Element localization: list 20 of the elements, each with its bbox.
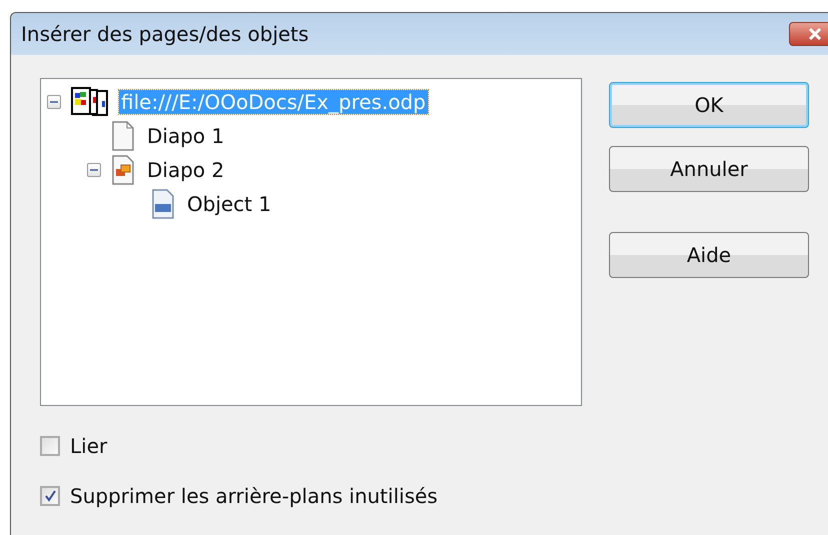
ole-file-icon bbox=[151, 189, 175, 219]
checkbox-label[interactable]: Supprimer les arrière-plans inutilisés bbox=[70, 484, 438, 508]
checkbox[interactable] bbox=[40, 436, 60, 456]
presentation-icon bbox=[71, 87, 109, 117]
close-icon bbox=[808, 28, 822, 40]
window-title: Insérer des pages/des objets bbox=[21, 22, 309, 46]
tree-item[interactable]: Diapo 2 bbox=[145, 158, 226, 182]
tree-item[interactable]: Diapo 1 bbox=[145, 124, 226, 148]
checkbox-label[interactable]: Lier bbox=[70, 434, 108, 458]
collapse-icon[interactable] bbox=[87, 163, 101, 177]
close-button[interactable] bbox=[789, 22, 828, 46]
page-icon bbox=[111, 121, 135, 151]
dialog-button[interactable]: Annuler bbox=[609, 146, 809, 192]
tree-item[interactable]: Object 1 bbox=[185, 192, 274, 216]
slide-icon bbox=[111, 155, 135, 185]
checkbox[interactable] bbox=[40, 486, 60, 506]
dialog-button[interactable]: OK bbox=[609, 82, 809, 128]
dialog-button[interactable]: Aide bbox=[609, 232, 809, 278]
check-icon bbox=[44, 490, 56, 502]
collapse-icon[interactable] bbox=[47, 95, 61, 109]
